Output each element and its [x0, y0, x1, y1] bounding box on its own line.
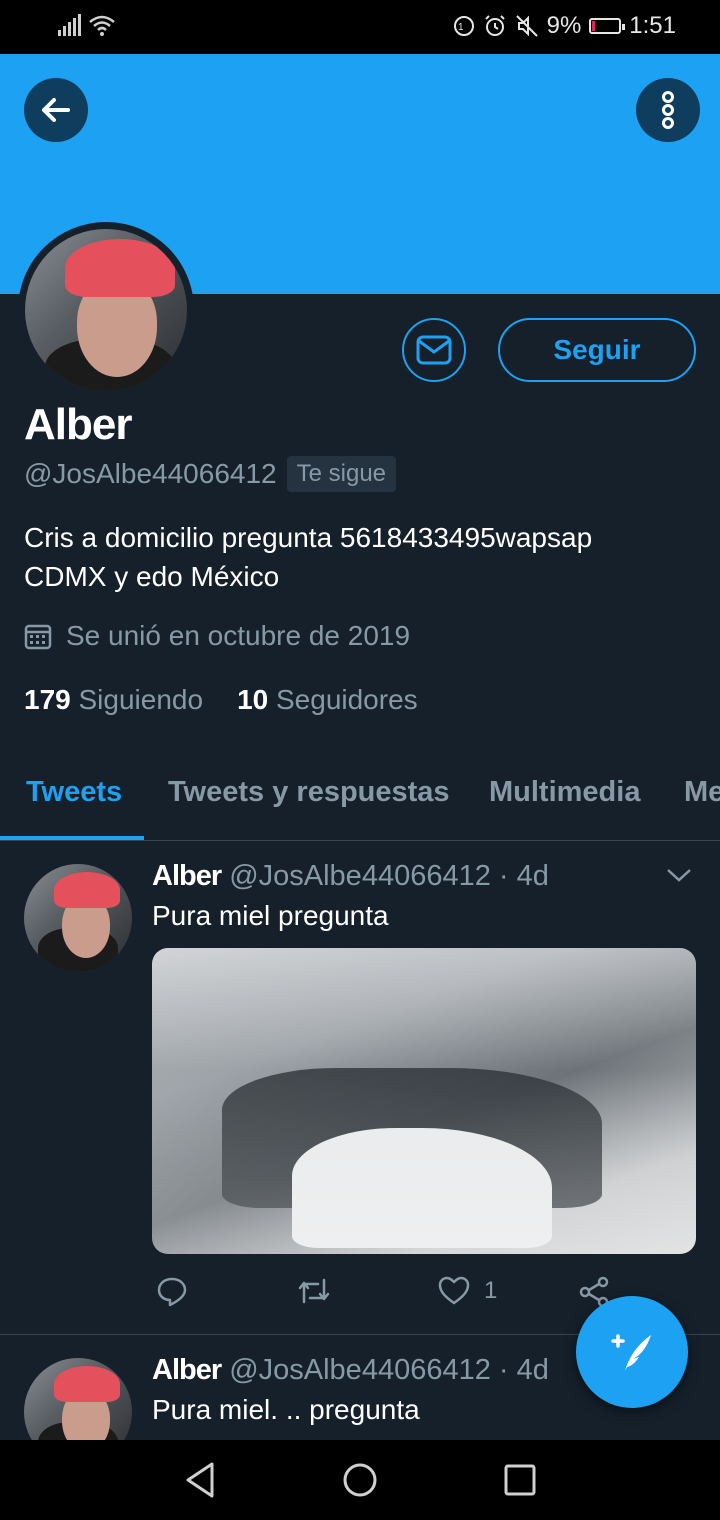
tweet-author-handle: @JosAlbe44066412 [229, 860, 491, 892]
tweet-text: Pura miel pregunta [152, 900, 389, 931]
battery-icon [589, 18, 626, 34]
mute-icon [515, 15, 538, 37]
tweet-media-image[interactable] [152, 948, 696, 1254]
like-button[interactable]: 1 [438, 1276, 497, 1306]
follow-stats: 179 Siguiendo 10 Seguidores [24, 684, 418, 716]
compose-tweet-button[interactable] [576, 1296, 688, 1408]
bio-line-2: CDMX y edo México [24, 561, 280, 592]
chevron-down-icon[interactable] [666, 866, 692, 884]
data-saver-icon: 1 [453, 16, 474, 36]
system-nav-bar [0, 1440, 720, 1520]
tab-tweets-replies[interactable]: Tweets y respuestas [168, 776, 450, 809]
more-vertical-icon [662, 91, 674, 129]
heart-icon [438, 1276, 470, 1305]
profile-display-name: Alber [24, 400, 132, 449]
follows-you-badge: Te sigue [286, 456, 397, 492]
tweet-header: Alber @JosAlbe44066412 · 4d [152, 1354, 549, 1387]
bio-line-1: Cris a domicilio pregunta 5618433495waps… [24, 522, 593, 553]
joined-date: Se unió en octubre de 2019 [24, 620, 410, 652]
followers-count: 10 [237, 684, 269, 715]
followers-stat[interactable]: 10 Seguidores [237, 684, 418, 716]
profile-handle: @JosAlbe44066412 [24, 458, 277, 489]
nav-back-icon[interactable] [182, 1460, 218, 1500]
signal-icon [58, 14, 81, 36]
following-stat[interactable]: 179 Siguiendo [24, 684, 203, 716]
more-options-button[interactable] [636, 78, 700, 142]
reply-icon [157, 1277, 187, 1307]
calendar-icon [24, 624, 52, 650]
nav-home-icon[interactable] [342, 1462, 378, 1498]
svg-text:1: 1 [458, 22, 464, 33]
nav-recents-icon[interactable] [504, 1464, 536, 1496]
reply-button[interactable] [156, 1276, 188, 1308]
retweet-icon [298, 1278, 330, 1304]
wifi-icon [89, 15, 115, 36]
tweet-author-name: Alber [152, 860, 222, 892]
retweet-button[interactable] [296, 1276, 332, 1306]
back-button[interactable] [24, 78, 88, 142]
tab-media[interactable]: Multimedia [489, 776, 640, 809]
mail-icon [416, 335, 452, 365]
tweet-time: · 4d [498, 860, 549, 892]
status-right: 1 9% 1:51 [453, 12, 676, 40]
profile-bio: Cris a domicilio pregunta 5618433495waps… [24, 518, 684, 596]
arrow-left-icon [42, 98, 70, 122]
following-count: 179 [24, 684, 71, 715]
clock: 1:51 [629, 12, 676, 39]
signal-wifi-group [58, 14, 115, 36]
followers-label: Seguidores [276, 684, 418, 715]
tweet-avatar[interactable] [24, 864, 132, 972]
message-button[interactable] [402, 318, 466, 382]
following-label: Siguiendo [78, 684, 204, 715]
tweet-actions: 1 [152, 1276, 632, 1316]
tweet-text: Pura miel. .. pregunta [152, 1394, 420, 1425]
follow-button[interactable]: Seguir [498, 318, 696, 382]
handle-row: @JosAlbe44066412 Te sigue [24, 456, 397, 492]
tweet-time: · 4d [498, 1354, 549, 1386]
status-bar: 1 9% 1:51 [0, 0, 720, 54]
joined-text: Se unió en octubre de 2019 [66, 620, 411, 651]
like-count: 1 [484, 1277, 498, 1304]
avatar-photo [25, 229, 187, 391]
battery-percent: 9% [546, 12, 582, 39]
tweet-author-name: Alber [152, 1354, 222, 1386]
compose-quill-icon [611, 1334, 651, 1371]
tweet-header: Alber @JosAlbe44066412 · 4d [152, 860, 549, 893]
profile-tabs: Tweets Tweets y respuestas Multimedia Me [0, 756, 720, 841]
alarm-icon [484, 15, 505, 36]
tab-tweets[interactable]: Tweets [26, 776, 122, 809]
tweet-author-handle: @JosAlbe44066412 [229, 1354, 491, 1386]
tab-likes[interactable]: Me [684, 776, 720, 809]
profile-avatar[interactable] [18, 222, 194, 398]
